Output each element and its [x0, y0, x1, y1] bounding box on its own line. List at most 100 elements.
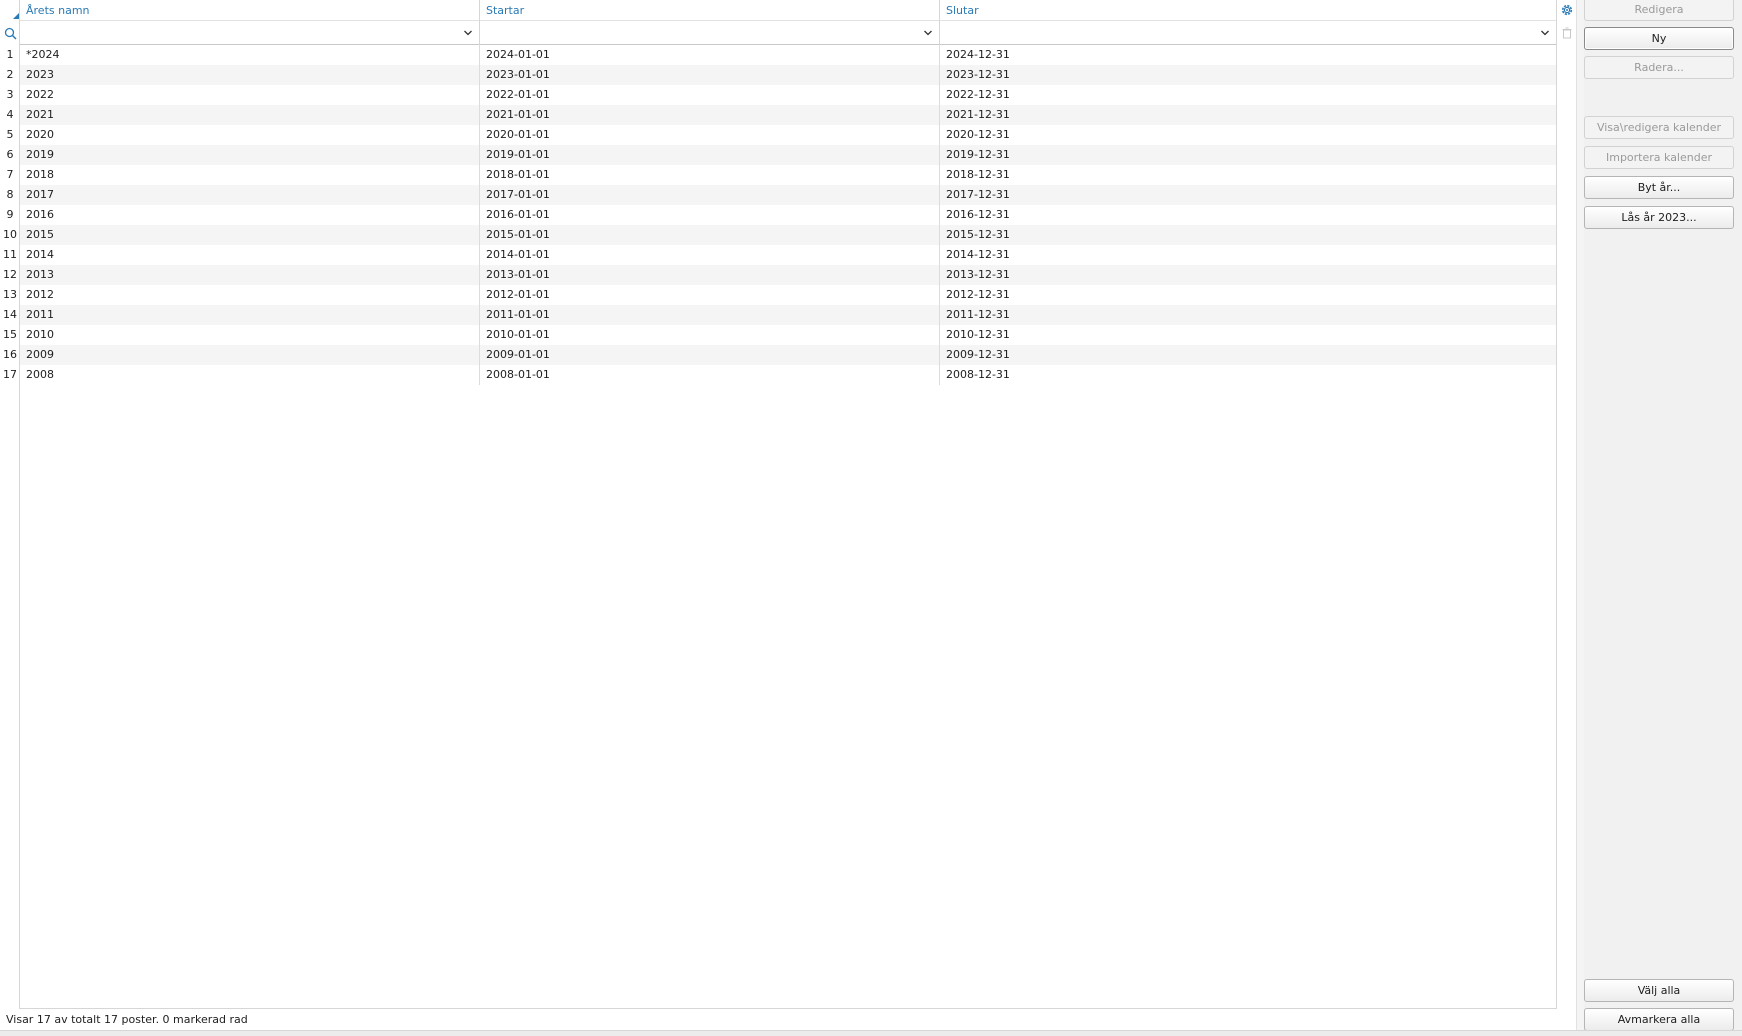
- sort-triangle-icon[interactable]: [13, 13, 19, 19]
- row-number[interactable]: 5: [0, 125, 20, 145]
- column-header-arets-namn[interactable]: Årets namn: [20, 0, 480, 21]
- chevron-down-icon[interactable]: [463, 28, 473, 38]
- cell-arets-namn[interactable]: 2009: [20, 345, 480, 365]
- row-number[interactable]: 12: [0, 265, 20, 285]
- cell-slutar[interactable]: 2014-12-31: [940, 245, 1556, 265]
- row-number[interactable]: 11: [0, 245, 20, 265]
- row-number[interactable]: 6: [0, 145, 20, 165]
- cell-arets-namn[interactable]: *2024: [20, 45, 480, 65]
- cell-arets-namn[interactable]: 2022: [20, 85, 480, 105]
- table-row[interactable]: 2008 2008-01-01 2008-12-31: [20, 365, 1556, 385]
- importera-kalender-button[interactable]: Importera kalender: [1584, 146, 1734, 169]
- filter-startar[interactable]: [480, 21, 940, 45]
- cell-startar[interactable]: 2018-01-01: [480, 165, 940, 185]
- table-row[interactable]: 2023 2023-01-01 2023-12-31: [20, 65, 1556, 85]
- cell-arets-namn[interactable]: 2014: [20, 245, 480, 265]
- row-number[interactable]: 4: [0, 105, 20, 125]
- cell-slutar[interactable]: 2020-12-31: [940, 125, 1556, 145]
- row-number[interactable]: 15: [0, 325, 20, 345]
- cell-startar[interactable]: 2013-01-01: [480, 265, 940, 285]
- filter-row-toggle[interactable]: [0, 21, 20, 45]
- cell-startar[interactable]: 2019-01-01: [480, 145, 940, 165]
- row-number[interactable]: 9: [0, 205, 20, 225]
- cell-arets-namn[interactable]: 2013: [20, 265, 480, 285]
- cell-slutar[interactable]: 2021-12-31: [940, 105, 1556, 125]
- table-row[interactable]: 2014 2014-01-01 2014-12-31: [20, 245, 1556, 265]
- table-row[interactable]: 2012 2012-01-01 2012-12-31: [20, 285, 1556, 305]
- cell-arets-namn[interactable]: 2023: [20, 65, 480, 85]
- redigera-button[interactable]: Redigera: [1584, 0, 1734, 21]
- cell-arets-namn[interactable]: 2018: [20, 165, 480, 185]
- cell-startar[interactable]: 2015-01-01: [480, 225, 940, 245]
- cell-slutar[interactable]: 2015-12-31: [940, 225, 1556, 245]
- cell-slutar[interactable]: 2019-12-31: [940, 145, 1556, 165]
- cell-startar[interactable]: 2009-01-01: [480, 345, 940, 365]
- cell-startar[interactable]: 2022-01-01: [480, 85, 940, 105]
- table-row[interactable]: 2021 2021-01-01 2021-12-31: [20, 105, 1556, 125]
- chevron-down-icon[interactable]: [923, 28, 933, 38]
- gear-icon[interactable]: [1560, 3, 1574, 17]
- table-row[interactable]: 2010 2010-01-01 2010-12-31: [20, 325, 1556, 345]
- cell-arets-namn[interactable]: 2010: [20, 325, 480, 345]
- table-row[interactable]: 2013 2013-01-01 2013-12-31: [20, 265, 1556, 285]
- cell-arets-namn[interactable]: 2012: [20, 285, 480, 305]
- filter-slutar[interactable]: [940, 21, 1556, 45]
- cell-startar[interactable]: 2012-01-01: [480, 285, 940, 305]
- cell-arets-namn[interactable]: 2020: [20, 125, 480, 145]
- table-row[interactable]: 2020 2020-01-01 2020-12-31: [20, 125, 1556, 145]
- cell-slutar[interactable]: 2010-12-31: [940, 325, 1556, 345]
- row-number[interactable]: 10: [0, 225, 20, 245]
- table-row[interactable]: *2024 2024-01-01 2024-12-31: [20, 45, 1556, 65]
- cell-startar[interactable]: 2014-01-01: [480, 245, 940, 265]
- filter-arets-namn[interactable]: [20, 21, 480, 45]
- table-row[interactable]: 2009 2009-01-01 2009-12-31: [20, 345, 1556, 365]
- table-row[interactable]: 2017 2017-01-01 2017-12-31: [20, 185, 1556, 205]
- cell-startar[interactable]: 2016-01-01: [480, 205, 940, 225]
- table-row[interactable]: 2015 2015-01-01 2015-12-31: [20, 225, 1556, 245]
- row-number[interactable]: 2: [0, 65, 20, 85]
- cell-slutar[interactable]: 2023-12-31: [940, 65, 1556, 85]
- cell-arets-namn[interactable]: 2017: [20, 185, 480, 205]
- las-ar-button[interactable]: Lås år 2023...: [1584, 206, 1734, 229]
- byt-ar-button[interactable]: Byt år...: [1584, 176, 1734, 199]
- cell-arets-namn[interactable]: 2016: [20, 205, 480, 225]
- cell-arets-namn[interactable]: 2015: [20, 225, 480, 245]
- row-number[interactable]: 8: [0, 185, 20, 205]
- cell-slutar[interactable]: 2012-12-31: [940, 285, 1556, 305]
- cell-arets-namn[interactable]: 2011: [20, 305, 480, 325]
- cell-arets-namn[interactable]: 2008: [20, 365, 480, 385]
- valj-alla-button[interactable]: Välj alla: [1584, 979, 1734, 1002]
- cell-slutar[interactable]: 2024-12-31: [940, 45, 1556, 65]
- row-number[interactable]: 1: [0, 45, 20, 65]
- row-number[interactable]: 3: [0, 85, 20, 105]
- row-number[interactable]: 7: [0, 165, 20, 185]
- cell-startar[interactable]: 2020-01-01: [480, 125, 940, 145]
- chevron-down-icon[interactable]: [1540, 28, 1550, 38]
- cell-startar[interactable]: 2024-01-01: [480, 45, 940, 65]
- cell-slutar[interactable]: 2011-12-31: [940, 305, 1556, 325]
- column-header-startar[interactable]: Startar: [480, 0, 940, 21]
- cell-slutar[interactable]: 2009-12-31: [940, 345, 1556, 365]
- cell-slutar[interactable]: 2008-12-31: [940, 365, 1556, 385]
- cell-slutar[interactable]: 2018-12-31: [940, 165, 1556, 185]
- cell-arets-namn[interactable]: 2019: [20, 145, 480, 165]
- cell-startar[interactable]: 2017-01-01: [480, 185, 940, 205]
- cell-startar[interactable]: 2008-01-01: [480, 365, 940, 385]
- cell-slutar[interactable]: 2022-12-31: [940, 85, 1556, 105]
- table-row[interactable]: 2011 2011-01-01 2011-12-31: [20, 305, 1556, 325]
- table-row[interactable]: 2019 2019-01-01 2019-12-31: [20, 145, 1556, 165]
- avmarkera-alla-button[interactable]: Avmarkera alla: [1584, 1008, 1734, 1031]
- row-number[interactable]: 14: [0, 305, 20, 325]
- row-number[interactable]: 17: [0, 365, 20, 385]
- table-row[interactable]: 2022 2022-01-01 2022-12-31: [20, 85, 1556, 105]
- cell-startar[interactable]: 2021-01-01: [480, 105, 940, 125]
- ny-button[interactable]: Ny: [1584, 27, 1734, 50]
- radera-button[interactable]: Radera...: [1584, 56, 1734, 79]
- column-header-slutar[interactable]: Slutar: [940, 0, 1556, 21]
- visa-redigera-kalender-button[interactable]: Visa\redigera kalender: [1584, 116, 1734, 139]
- cell-startar[interactable]: 2010-01-01: [480, 325, 940, 345]
- cell-startar[interactable]: 2023-01-01: [480, 65, 940, 85]
- row-number[interactable]: 13: [0, 285, 20, 305]
- cell-slutar[interactable]: 2016-12-31: [940, 205, 1556, 225]
- table-row[interactable]: 2016 2016-01-01 2016-12-31: [20, 205, 1556, 225]
